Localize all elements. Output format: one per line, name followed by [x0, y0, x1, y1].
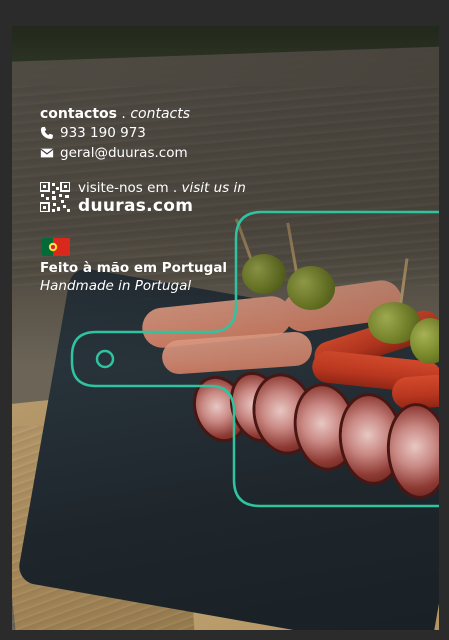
qr-code-icon[interactable] [40, 182, 70, 212]
heading-separator: . [116, 106, 131, 122]
email-address[interactable]: geral@duuras.com [60, 145, 188, 161]
visit-us-line: visite-nos em . visit us in [78, 180, 246, 196]
handmade-portuguese: Feito à mão em Portugal [40, 260, 228, 276]
email-row[interactable]: geral@duuras.com [40, 145, 188, 161]
phone-number[interactable]: 933 190 973 [60, 125, 146, 141]
document-frame: contactos . contacts 933 190 973 geral@d… [0, 0, 449, 640]
envelope-icon [40, 148, 54, 158]
contacts-heading-pt: contactos [40, 106, 117, 122]
handmade-english: Handmade in Portugal [40, 278, 192, 294]
background-photo: contactos . contacts 933 190 973 geral@d… [12, 26, 439, 630]
phone-icon [40, 126, 53, 139]
portugal-flag-icon [42, 238, 70, 256]
visit-en: visit us in [181, 180, 246, 196]
contacts-heading: contactos . contacts [40, 106, 190, 122]
website-link[interactable]: duuras.com [78, 196, 193, 216]
visit-pt: visite-nos em [78, 180, 169, 196]
visit-separator: . [168, 180, 182, 196]
board-hanging-hole [95, 349, 115, 369]
phone-row[interactable]: 933 190 973 [40, 125, 146, 141]
contacts-heading-en: contacts [130, 106, 191, 122]
